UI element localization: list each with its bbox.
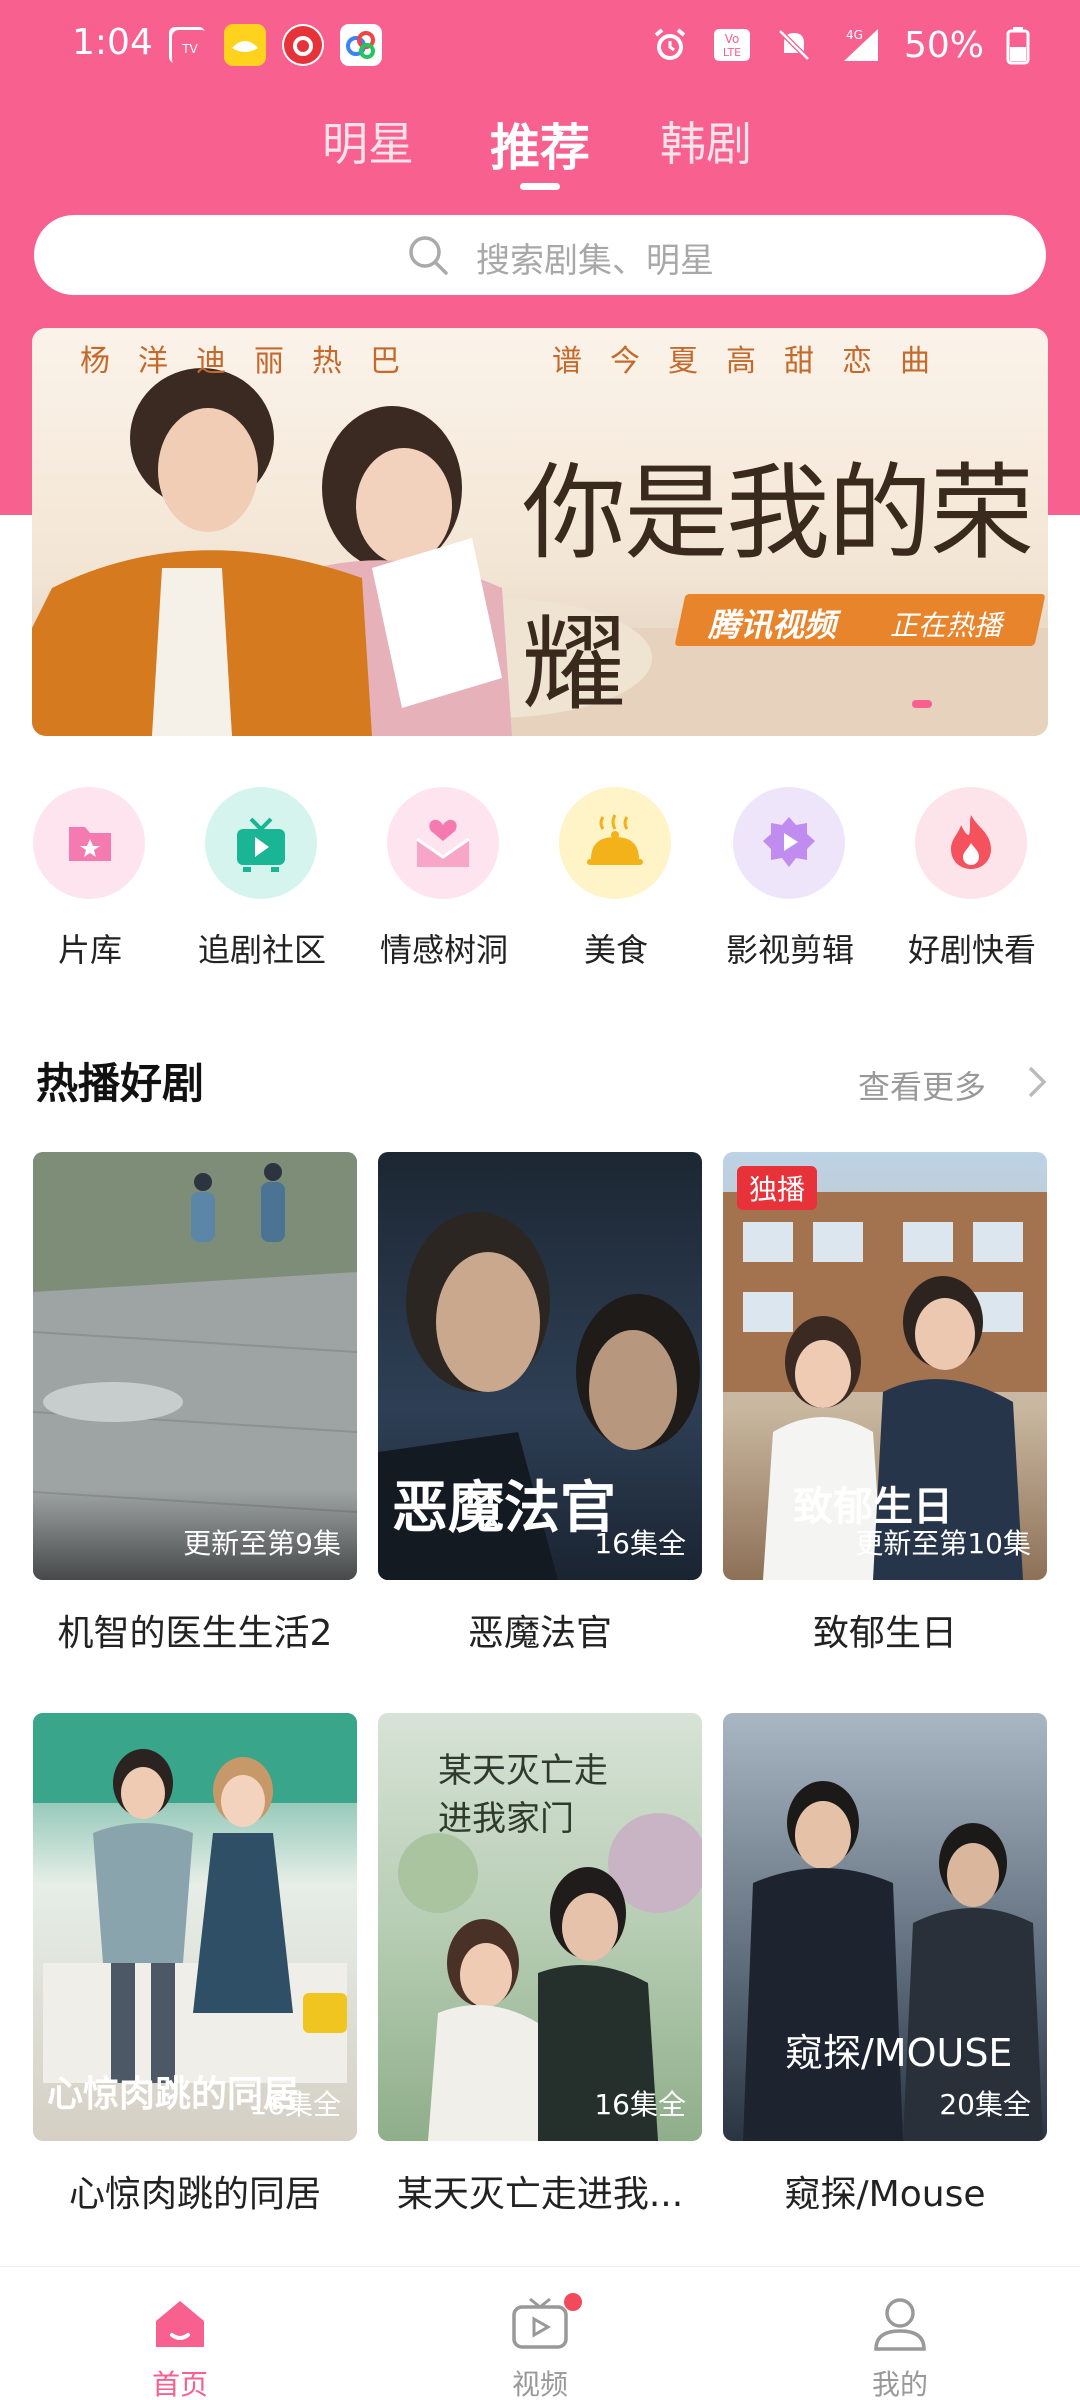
category-quickwatch-label: 好剧快看 <box>907 931 1036 969</box>
svg-text:Vo: Vo <box>725 32 740 46</box>
home-icon <box>156 2301 204 2347</box>
volte-icon: VoLTE <box>713 29 750 61</box>
episode-badge: 更新至第9集 <box>183 1527 341 1560</box>
tv-icon <box>237 817 285 872</box>
drama-title: 机智的医生生活2 <box>57 1613 333 1654</box>
banner-tag-platform: 腾讯视频 <box>708 606 837 644</box>
episode-badge: 更新至第10集 <box>855 1527 1031 1560</box>
drama-poster: 恶魔法官 16集全 <box>378 1152 702 1580</box>
signal-4g-icon: 4G <box>843 28 878 61</box>
category-quickwatch-bg <box>915 787 1027 899</box>
bottom-nav: 首页 视频 我的 <box>0 2266 1080 2400</box>
carousel-indicator <box>912 700 932 708</box>
nav-video-label: 视频 <box>511 2368 568 2400</box>
tab-kdrama[interactable]: 韩剧 <box>660 108 752 174</box>
promo-banner[interactable]: 杨洋迪丽热巴 谱今夏高甜恋曲 你是我的荣耀 腾讯视频 正在热播 <box>32 328 1048 736</box>
yellow-app-icon <box>224 24 266 66</box>
see-more-link[interactable]: 查看更多 <box>858 1062 986 1108</box>
battery-icon <box>1006 27 1030 65</box>
battery-percent: 50% <box>903 24 984 66</box>
category-library-bg <box>33 787 145 899</box>
tab-recommend[interactable]: 推荐 <box>490 108 590 180</box>
episode-badge: 20集全 <box>939 2088 1031 2121</box>
status-indicators: Vo LTE 4G 50% <box>650 20 1030 70</box>
category-community-bg <box>205 787 317 899</box>
food-cloche-icon <box>587 814 643 865</box>
category-clips-label: 影视剪辑 <box>725 931 854 969</box>
episode-badge: 16集全 <box>594 1527 686 1560</box>
mute-icon <box>778 29 810 61</box>
nav-profile-label: 我的 <box>871 2368 928 2400</box>
poster-title-art: 窥探/MOUSE <box>785 2031 1013 2075</box>
drama-poster: 独播 致郁生日 更新至第10集 <box>723 1152 1047 1580</box>
chevron-right-icon[interactable] <box>1022 1062 1052 1102</box>
profile-icon <box>874 2298 926 2351</box>
svg-text:4G: 4G <box>846 28 863 42</box>
search-icon <box>409 236 448 275</box>
nav-home-label: 首页 <box>151 2368 208 2400</box>
nav-home[interactable]: 首页 <box>120 2291 240 2400</box>
drama-title: 某天灭亡走进我... <box>396 2174 684 2215</box>
status-time: 1:04 <box>72 22 153 63</box>
exclusive-badge: 独播 <box>737 1166 818 1210</box>
drama-poster: 窥探/MOUSE 20集全 <box>723 1713 1047 2141</box>
tab-stars[interactable]: 明星 <box>322 108 414 174</box>
status-bar: 1:04 TV Vo LTE 4G 50% <box>0 0 1080 92</box>
hanju-tv-icon: TV <box>166 24 208 66</box>
poster-title-art: 恶魔法官 <box>392 1475 616 1541</box>
poster-title-art: 某天灭亡走进我家门 <box>438 1751 608 1839</box>
svg-text:LTE: LTE <box>723 46 741 59</box>
drama-title: 恶魔法官 <box>467 1613 612 1654</box>
netease-music-icon <box>282 24 324 66</box>
banner-tag-status: 正在热播 <box>890 609 1003 642</box>
banner-title: 你是我的荣耀 <box>522 452 1034 725</box>
cloud-drive-icon <box>340 24 382 66</box>
play-badge-icon <box>763 817 815 867</box>
episode-badge: 16集全 <box>594 2088 686 2121</box>
category-clips-bg <box>733 787 845 899</box>
section-title: 热播好剧 <box>36 1059 205 1108</box>
drama-title: 窥探/Mouse <box>784 2174 986 2215</box>
drama-title: 心惊肉跳的同居 <box>68 2174 321 2215</box>
active-tab-indicator <box>520 183 560 190</box>
folder-star-icon <box>69 827 111 861</box>
search-placeholder: 搜索剧集、明星 <box>476 241 714 281</box>
flame-icon <box>951 815 991 869</box>
drama-poster: 某天灭亡走进我家门 16集全 <box>378 1713 702 2141</box>
notification-dot <box>564 2293 582 2311</box>
drama-title: 致郁生日 <box>812 1613 957 1654</box>
category-food-bg <box>559 787 671 899</box>
svg-text:TV: TV <box>181 42 198 56</box>
category-emotion-bg <box>387 787 499 899</box>
search-input[interactable]: 搜索剧集、明星 <box>34 215 1046 295</box>
app-screen: 1:04 TV Vo LTE 4G 50% 明星 推荐 韩剧 搜索剧集、明星 杨… <box>0 0 1080 2400</box>
drama-poster: 心惊肉跳的同居 16集全 <box>33 1713 357 2141</box>
banner-subtitle-left: 杨洋迪丽热巴 <box>80 344 428 379</box>
heart-envelope-icon <box>416 819 470 867</box>
alarm-icon <box>654 28 686 60</box>
nav-profile[interactable]: 我的 <box>840 2291 960 2400</box>
banner-subtitle-right: 谱今夏高甜恋曲 <box>552 344 958 379</box>
drama-poster: 更新至第9集 <box>33 1152 357 1580</box>
episode-badge: 16集全 <box>249 2088 341 2121</box>
video-tv-icon <box>512 2297 568 2349</box>
nav-video[interactable]: 视频 <box>480 2291 600 2400</box>
category-community-label: 追剧社区 <box>197 931 326 969</box>
